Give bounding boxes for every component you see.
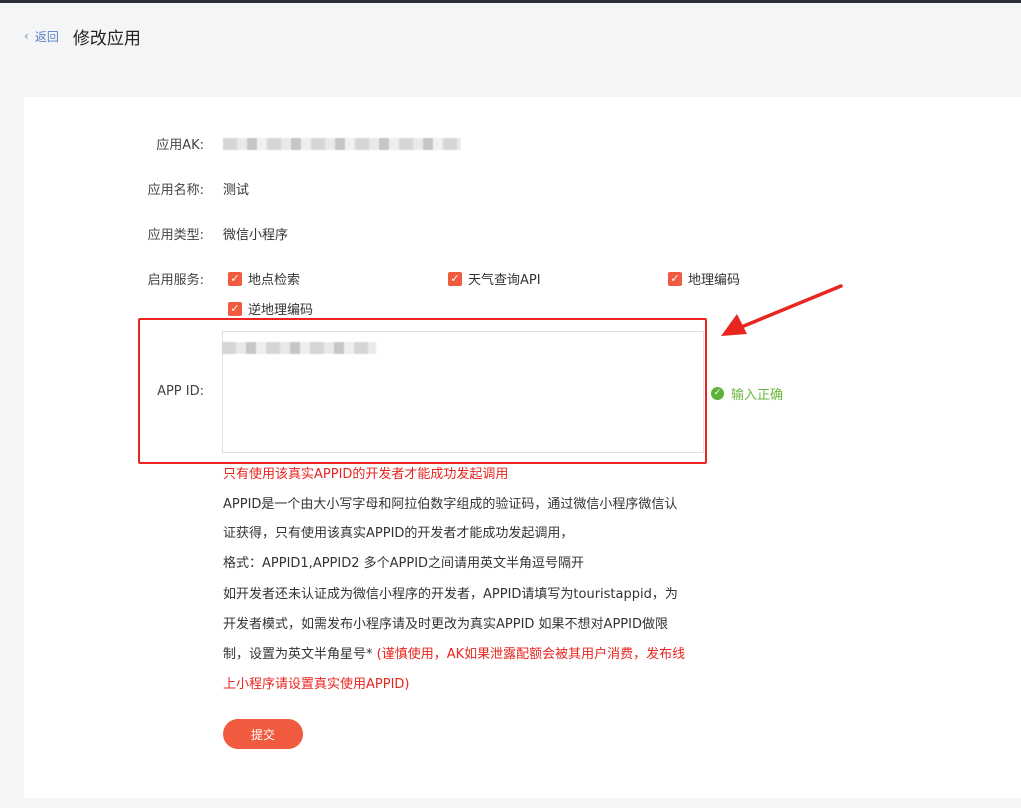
page-title: 修改应用: [72, 28, 141, 49]
service-checkbox-weather[interactable]: ✓ 天气查询API: [448, 269, 541, 288]
help-line-4: 如开发者还未认证成为微信小程序的开发者，APPID请填写为touristappi…: [223, 587, 678, 602]
services-label: 启用服务:: [147, 273, 204, 288]
help-line-5: 开发者模式，如需发布小程序请及时更改为真实APPID 如果不想对APPID做限: [223, 617, 668, 632]
ak-value-redacted: [223, 138, 461, 150]
service-checkbox-place-search[interactable]: ✓ 地点检索: [228, 269, 300, 288]
submit-button[interactable]: 提交: [223, 719, 303, 749]
service-checkbox-reverse-geocoding[interactable]: ✓ 逆地理编码: [228, 299, 313, 318]
service-label: 天气查询API: [468, 273, 541, 288]
type-label: 应用类型:: [147, 228, 204, 243]
help-line-6-caution: (谨慎使用，AK如果泄露配额会被其用户消费，发布线: [376, 647, 686, 662]
help-line-2: 证获得，只有使用该真实APPID的开发者才能成功发起调用，: [223, 526, 574, 541]
name-label: 应用名称:: [147, 183, 204, 198]
back-label: 返回: [34, 29, 59, 44]
check-icon: ✓: [448, 271, 462, 286]
page-header: ‹ 返回 修改应用: [24, 24, 141, 49]
help-line-7: 上小程序请设置真实使用APPID): [223, 677, 410, 692]
service-label: 逆地理编码: [248, 303, 314, 318]
highlight-box: [138, 318, 707, 464]
top-bar: [0, 0, 1021, 3]
help-line-6-text: 制，设置为英文半角星号*: [223, 647, 377, 662]
help-line-6: 制，设置为英文半角星号* (谨慎使用，AK如果泄露配额会被其用户消费，发布线: [223, 641, 685, 669]
check-icon: ✓: [228, 301, 242, 316]
help-line-3: 格式：APPID1,APPID2 多个APPID之间请用英文半角逗号隔开: [223, 556, 585, 571]
chevron-left-icon: ‹: [24, 29, 29, 43]
back-link[interactable]: ‹ 返回: [24, 28, 59, 45]
validation-status: ✓ 输入正确: [711, 384, 783, 403]
validation-text: 输入正确: [731, 388, 784, 403]
name-value: 测试: [223, 183, 250, 198]
service-label: 地点检索: [248, 273, 301, 288]
check-circle-icon: ✓: [711, 387, 724, 400]
type-value: 微信小程序: [223, 228, 289, 243]
check-icon: ✓: [228, 271, 242, 286]
check-icon: ✓: [668, 271, 682, 286]
help-line-1: APPID是一个由大小写字母和阿拉伯数字组成的验证码，通过微信小程序微信认: [223, 497, 678, 512]
ak-label: 应用AK:: [156, 138, 204, 153]
help-warning: 只有使用该真实APPID的开发者才能成功发起调用: [223, 467, 509, 482]
annotation-arrow-icon: [721, 284, 843, 336]
